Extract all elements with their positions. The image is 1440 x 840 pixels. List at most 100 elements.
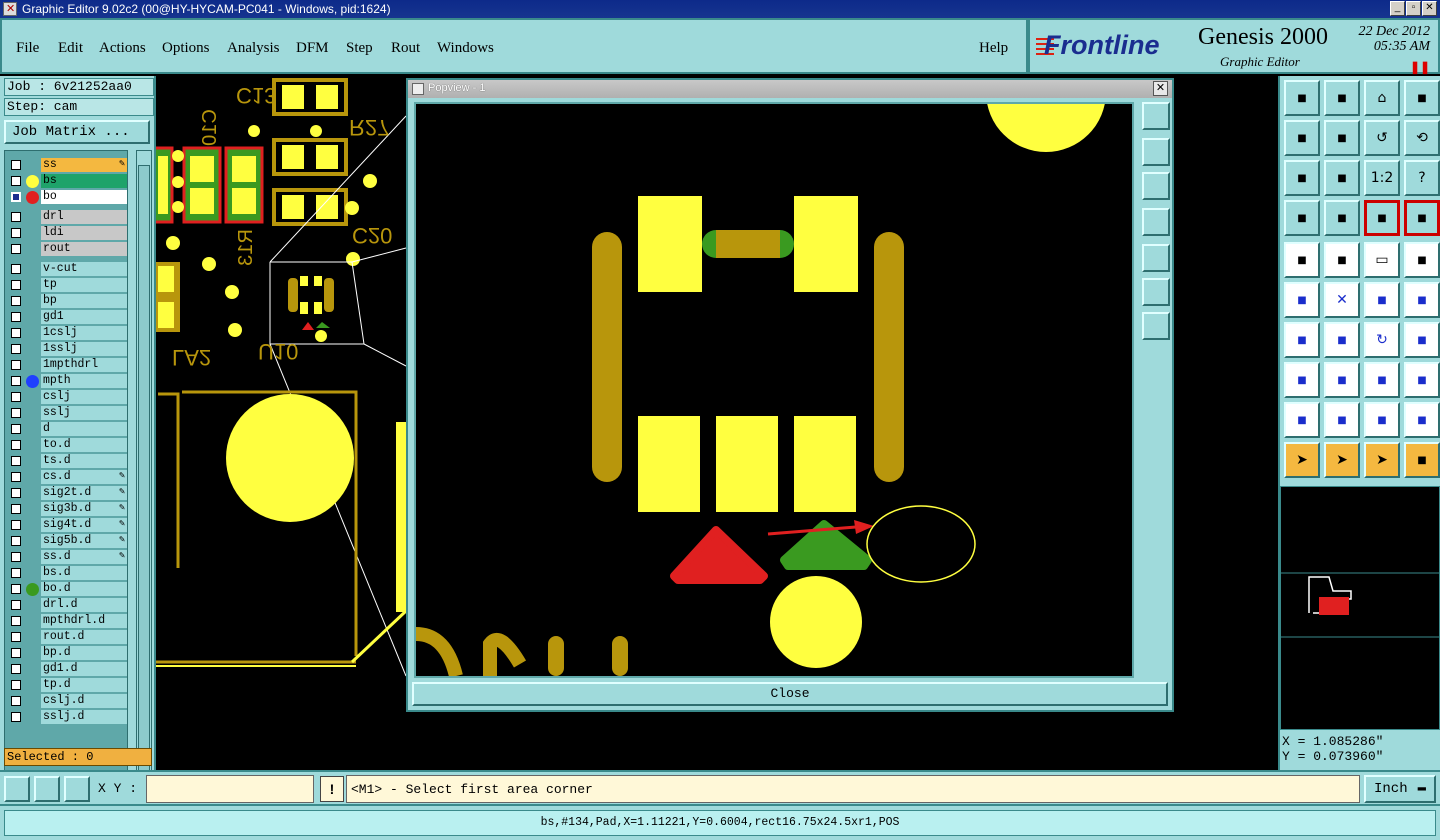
layer-checkbox[interactable] [11, 228, 21, 238]
layer-name[interactable]: rout [41, 242, 127, 256]
layer-row-sig3b.d[interactable]: sig3b.d ✎ [5, 501, 127, 517]
line-icon[interactable]: ■ [1324, 322, 1360, 358]
layer-checkbox[interactable] [11, 520, 21, 530]
layer-name[interactable]: bo.d [41, 582, 127, 596]
layers-stack-icon[interactable]: ■ [1364, 200, 1400, 236]
popview-canvas[interactable] [414, 102, 1134, 678]
angle-icon[interactable]: ■ [1284, 322, 1320, 358]
layer-name[interactable]: cslj [41, 390, 127, 404]
layer-row-1mpthdrl[interactable]: 1mpthdrl [5, 357, 127, 373]
layer-row-1cslj[interactable]: 1cslj [5, 325, 127, 341]
layer-color-dot[interactable] [26, 375, 39, 388]
layer-name[interactable]: bp.d [41, 646, 127, 660]
layer-row-bs.d[interactable]: bs.d [5, 565, 127, 581]
cut-icon[interactable]: ■ [1324, 362, 1360, 398]
pause-icon[interactable]: ❚❚ [1410, 60, 1430, 75]
layer-row-bo[interactable]: bo [5, 189, 127, 205]
layer-row-to.d[interactable]: to.d [5, 437, 127, 453]
layer-checkbox[interactable] [11, 244, 21, 254]
layer-color-dot[interactable] [26, 191, 39, 204]
layer-name[interactable]: v-cut [41, 262, 127, 276]
layer-name[interactable]: mpthdrl.d [41, 614, 127, 628]
layer-color-dot[interactable] [26, 175, 39, 188]
layer-name[interactable]: ldi [41, 226, 127, 240]
layer-row-gd1.d[interactable]: gd1.d [5, 661, 127, 677]
scrollbar-thumb[interactable] [138, 165, 150, 801]
layer-row-sslj.d[interactable]: sslj.d [5, 709, 127, 725]
move-right-icon[interactable]: ■ [1324, 120, 1360, 156]
shape-3-icon[interactable]: ■ [1364, 402, 1400, 438]
layer-checkbox[interactable] [11, 584, 21, 594]
xy-input[interactable] [146, 775, 314, 803]
save-icon[interactable]: ■ [1324, 80, 1360, 116]
layer-checkbox[interactable] [11, 328, 21, 338]
help-icon[interactable]: ? [1404, 160, 1440, 196]
grid-icon[interactable]: ■ [1324, 200, 1360, 236]
popview-close-icon[interactable]: ✕ [1153, 81, 1168, 96]
feature-icon[interactable]: ■ [1284, 362, 1320, 398]
layer-checkbox[interactable] [11, 360, 21, 370]
app-icon[interactable] [3, 2, 17, 16]
layer-row-bp[interactable]: bp [5, 293, 127, 309]
layer-name[interactable]: d [41, 422, 127, 436]
layer-name[interactable]: bp [41, 294, 127, 308]
job-matrix-button[interactable]: Job Matrix ... [4, 120, 150, 144]
layer-row-rout[interactable]: rout [5, 241, 127, 257]
layer-checkbox[interactable] [11, 616, 21, 626]
move-left-icon[interactable]: ■ [1284, 120, 1320, 156]
layer-checkbox[interactable] [11, 504, 21, 514]
layer-row-ts.d[interactable]: ts.d [5, 453, 127, 469]
layer-name[interactable]: ss.d ✎ [41, 550, 127, 564]
layers-compare-icon[interactable]: ■ [1404, 200, 1440, 236]
layer-row-ldi[interactable]: ldi [5, 225, 127, 241]
net-icon[interactable]: ■ [1284, 282, 1320, 318]
layer-row-tp[interactable]: tp [5, 277, 127, 293]
navigation-view[interactable] [1280, 486, 1440, 730]
open-icon[interactable]: ■ [1284, 80, 1320, 116]
layer-row-gd1[interactable]: gd1 [5, 309, 127, 325]
redo-icon[interactable]: ⟲ [1404, 120, 1440, 156]
layer-row-bp.d[interactable]: bp.d [5, 645, 127, 661]
menu-options[interactable]: Options [162, 40, 210, 57]
layer-name[interactable]: sig5b.d ✎ [41, 534, 127, 548]
layer-checkbox[interactable] [11, 456, 21, 466]
minimize-button[interactable]: _ [1390, 1, 1405, 16]
layer-name[interactable]: 1cslj [41, 326, 127, 340]
layer-checkbox[interactable] [11, 176, 21, 186]
layer-checkbox[interactable] [11, 664, 21, 674]
add-line-icon[interactable]: ■ [1324, 242, 1360, 278]
menu-dfm[interactable]: DFM [296, 40, 329, 57]
layer-checkbox[interactable] [11, 440, 21, 450]
layer-checkbox[interactable] [11, 472, 21, 482]
layer-row-bs[interactable]: bs [5, 173, 127, 189]
layer-row-mpth[interactable]: mpth [5, 373, 127, 389]
layer-name[interactable]: bs.d [41, 566, 127, 580]
layer-row-sig4t.d[interactable]: sig4t.d ✎ [5, 517, 127, 533]
popview-zoom-in-icon[interactable] [1142, 312, 1170, 340]
zoom-fit-icon[interactable]: ■ [1284, 160, 1320, 196]
menu-step[interactable]: Step [346, 40, 373, 57]
layer-checkbox[interactable] [11, 680, 21, 690]
layer-checkbox[interactable] [11, 376, 21, 386]
layer-checkbox[interactable] [11, 648, 21, 658]
layer-row-cslj.d[interactable]: cslj.d [5, 693, 127, 709]
layer-checkbox[interactable] [11, 296, 21, 306]
layer-row-mpthdrl.d[interactable]: mpthdrl.d [5, 613, 127, 629]
popview-pan-up-icon[interactable] [1142, 138, 1170, 166]
menu-edit[interactable]: Edit [58, 40, 83, 57]
ruler-icon[interactable]: ▭ [1364, 242, 1400, 278]
undo-icon[interactable]: ↺ [1364, 120, 1400, 156]
delete-icon[interactable]: ✕ [1324, 282, 1360, 318]
menu-rout[interactable]: Rout [391, 40, 420, 57]
layer-name[interactable]: cslj.d [41, 694, 127, 708]
menu-help[interactable]: Help [979, 40, 1008, 57]
layer-name[interactable]: drl.d [41, 598, 127, 612]
connect-arc-icon[interactable]: ■ [1404, 282, 1440, 318]
layer-checkbox[interactable] [11, 600, 21, 610]
select-pointer-icon[interactable]: ➤ [1324, 442, 1360, 478]
layer-checkbox[interactable] [11, 280, 21, 290]
layer-name[interactable]: ss ✎ [41, 158, 127, 172]
layer-row-sslj[interactable]: sslj [5, 405, 127, 421]
layer-name[interactable]: cs.d ✎ [41, 470, 127, 484]
layer-color-dot[interactable] [26, 583, 39, 596]
